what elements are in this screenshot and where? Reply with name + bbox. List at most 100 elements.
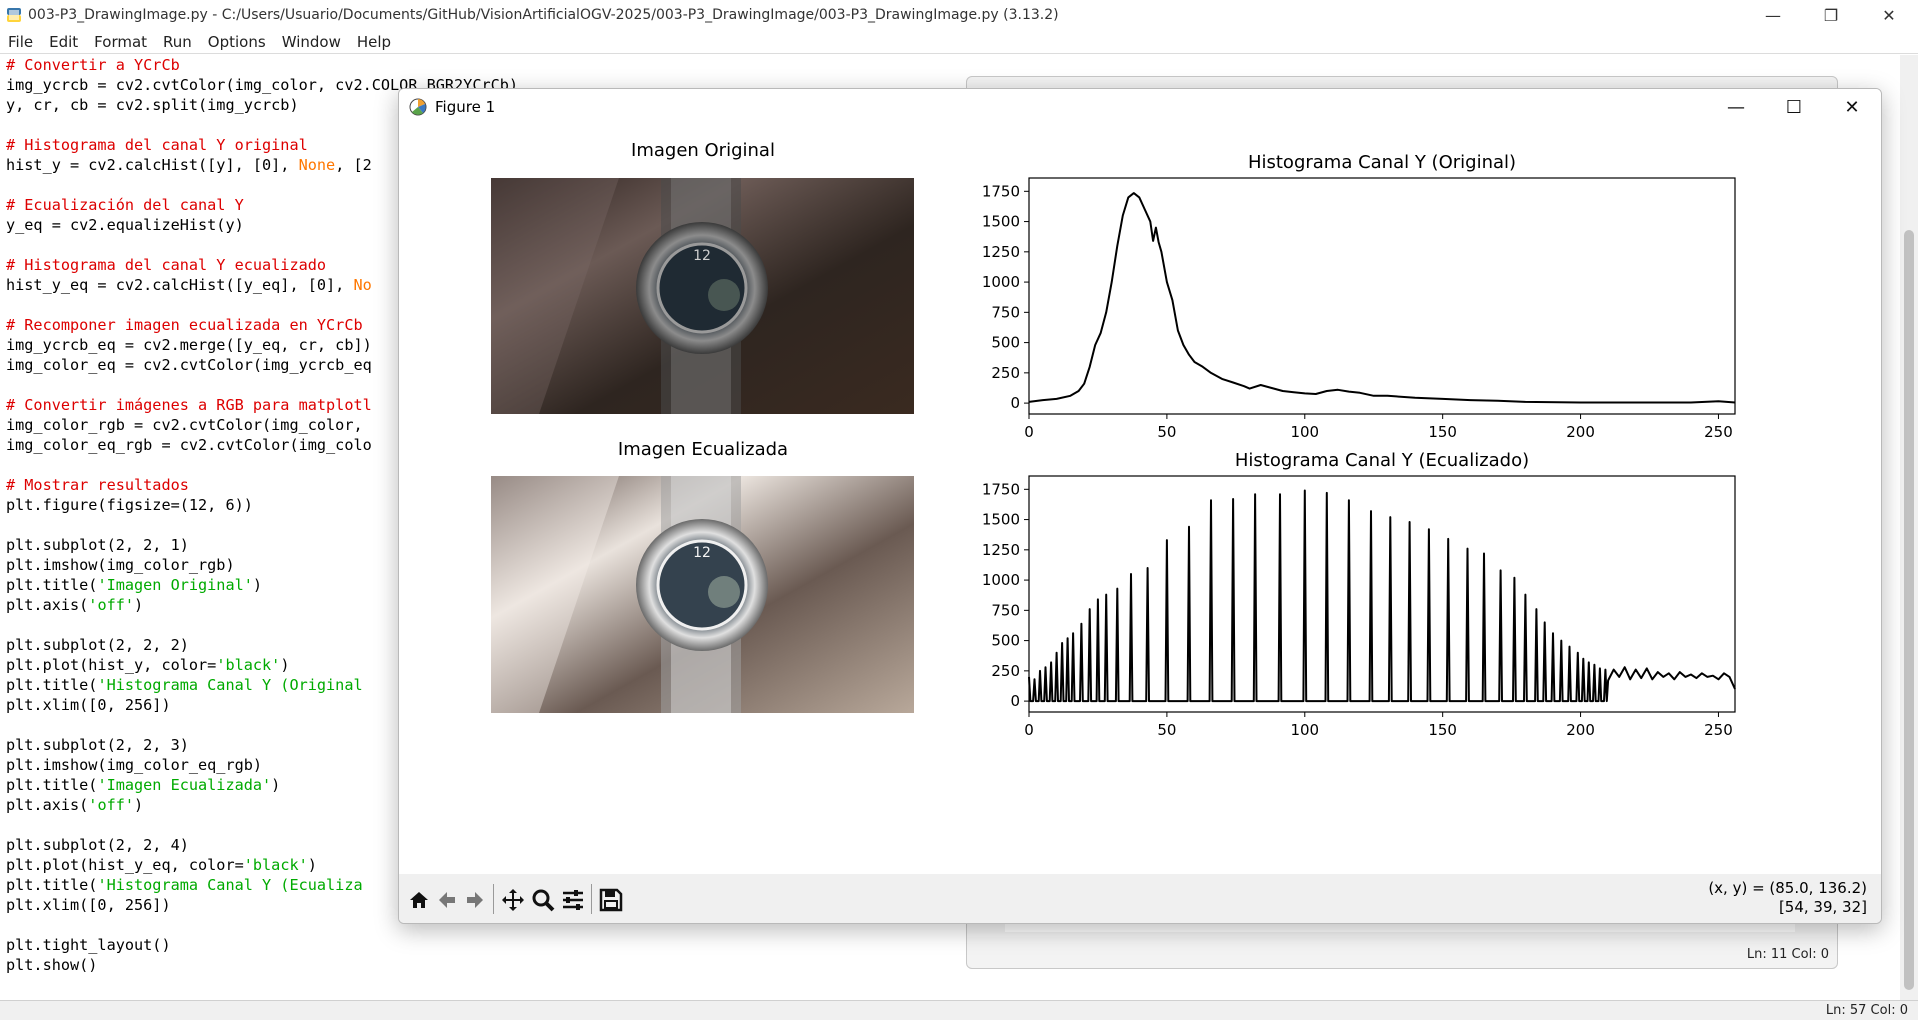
histogram-title: Histograma Canal Y (Ecualizado) <box>1235 450 1529 471</box>
close-icon: ✕ <box>1882 5 1896 25</box>
figure-minimize-button[interactable]: — <box>1707 89 1765 125</box>
y-tick-label: 250 <box>991 364 1020 382</box>
matplotlib-icon <box>409 98 427 116</box>
figure-title: Figure 1 <box>435 98 496 116</box>
code-token: plt.plot(hist_y, color= <box>6 656 217 674</box>
code-token: # Histograma del canal Y original <box>6 136 308 154</box>
menu-options[interactable]: Options <box>200 33 274 51</box>
y-tick-label: 250 <box>991 662 1020 680</box>
plot-canvas[interactable]: Imagen Original 12 Imagen Ecualizada 12 … <box>399 125 1881 876</box>
idle-title-bar: 003-P3_DrawingImage.py - C:/Users/Usuari… <box>0 0 1918 30</box>
code-token: img_color_rgb = cv2.cvtColor(img_color, <box>6 416 363 434</box>
menu-help[interactable]: Help <box>349 33 399 51</box>
code-token: hist_y = cv2.calcHist([y], [0], <box>6 156 299 174</box>
y-tick-label: 1000 <box>982 273 1020 291</box>
x-tick-label: 50 <box>1157 423 1176 441</box>
y-tick-label: 0 <box>1010 394 1020 412</box>
menu-format[interactable]: Format <box>86 33 155 51</box>
histogram-original-axes: Histograma Canal Y (Original) 0 50 100 150 20… <box>982 152 1736 441</box>
code-token: None <box>298 156 336 174</box>
save-button[interactable] <box>597 886 625 914</box>
configure-subplots-button[interactable] <box>559 886 587 914</box>
code-line: plt.tight_layout() <box>6 935 518 955</box>
code-token: plt.title( <box>6 776 98 794</box>
x-tick-label: 150 <box>1428 423 1457 441</box>
minimize-button[interactable]: — <box>1744 0 1802 30</box>
y-tick-label: 1000 <box>982 571 1020 589</box>
forward-button[interactable] <box>461 886 489 914</box>
code-token: plt.title( <box>6 876 98 894</box>
figure-window[interactable]: Figure 1 — ☐ ✕ Imagen Original 12 Imagen… <box>398 88 1882 924</box>
close-button[interactable]: ✕ <box>1860 0 1918 30</box>
figure-canvas-svg[interactable]: Imagen Original 12 Imagen Ecualizada 12 … <box>399 125 1882 876</box>
code-line: # Convertir a YCrCb <box>6 55 518 75</box>
save-icon <box>599 888 623 912</box>
x-tick-label: 250 <box>1704 721 1733 739</box>
code-token: 'Imagen Original' <box>97 576 253 594</box>
y-tick-label: 750 <box>991 303 1020 321</box>
coords-pixel-value: [54, 39, 32] <box>1778 898 1867 916</box>
x-tick-label: 200 <box>1566 423 1595 441</box>
pan-button[interactable] <box>499 886 527 914</box>
code-token: hist_y_eq = cv2.calcHist([y_eq], [0], <box>6 276 354 294</box>
y-tick-label: 750 <box>991 601 1020 619</box>
code-token: plt.axis( <box>6 796 89 814</box>
menu-edit[interactable]: Edit <box>41 33 86 51</box>
shell-cursor-position: Ln: 11 Col: 0 <box>1746 947 1829 962</box>
svg-text:12: 12 <box>693 248 711 264</box>
code-token: y_eq = cv2.equalizeHist(y) <box>6 216 244 234</box>
code-token: y, cr, cb = cv2.split(img_ycrcb) <box>6 96 299 114</box>
cursor-coordinates: (x, y) = (85.0, 136.2) [54, 39, 32] <box>1708 879 1867 917</box>
histogram-series-line <box>1028 489 1736 703</box>
code-token: img_color_eq_rgb = cv2.cvtColor(img_colo <box>6 436 372 454</box>
idle-menu-bar: File Edit Format Run Options Window Help <box>0 30 1918 54</box>
y-tick-label: 1750 <box>982 182 1020 200</box>
y-tick-label: 500 <box>991 334 1020 352</box>
scrollbar-thumb[interactable] <box>1904 230 1914 990</box>
zoom-button[interactable] <box>529 886 557 914</box>
code-token: ) <box>307 856 317 874</box>
restore-icon: ❐ <box>1823 5 1839 25</box>
back-button[interactable] <box>433 886 461 914</box>
code-token: plt.axis( <box>6 596 89 614</box>
code-token: plt.show() <box>6 956 98 974</box>
x-tick-label: 50 <box>1157 721 1176 739</box>
code-token: plt.figure(figsize=(12, 6)) <box>6 496 253 514</box>
restore-button[interactable]: ❐ <box>1802 0 1860 30</box>
maximize-icon: ☐ <box>1785 96 1803 118</box>
cursor-position: Ln: 57 Col: 0 <box>1825 1003 1908 1018</box>
code-token: , [2 <box>335 156 372 174</box>
x-tick-label: 100 <box>1290 721 1319 739</box>
equalized-image: 12 <box>491 476 914 713</box>
y-tick-label: 1750 <box>982 480 1020 498</box>
histogram-series-line <box>1028 192 1736 404</box>
menu-window[interactable]: Window <box>274 33 349 51</box>
code-token: No <box>353 276 372 294</box>
figure-maximize-button[interactable]: ☐ <box>1765 89 1823 125</box>
code-line: plt.show() <box>6 955 518 975</box>
code-token: ) <box>252 576 263 594</box>
code-token: 'Histograma Canal Y (Ecualiza <box>97 876 363 894</box>
code-token: plt.tight_layout() <box>6 936 171 954</box>
navigation-toolbar: (x, y) = (85.0, 136.2) [54, 39, 32] <box>399 874 1881 923</box>
minimize-icon: — <box>1727 96 1745 118</box>
code-token: plt.title( <box>6 576 98 594</box>
original-image: 12 <box>491 178 914 414</box>
code-token: # Mostrar resultados <box>6 476 189 494</box>
code-token: 'off' <box>88 796 135 814</box>
code-token: plt.xlim([0, 256]) <box>6 896 171 914</box>
x-tick-label: 0 <box>1024 423 1034 441</box>
figure-close-button[interactable]: ✕ <box>1823 89 1881 125</box>
code-token: 'off' <box>88 596 135 614</box>
code-token: 'Imagen Ecualizada' <box>97 776 272 794</box>
home-button[interactable] <box>405 886 433 914</box>
menu-file[interactable]: File <box>0 33 41 51</box>
code-token: 'Histograma Canal Y (Original <box>97 676 363 694</box>
y-tick-label: 1500 <box>982 511 1020 529</box>
python-icon <box>7 8 21 22</box>
menu-run[interactable]: Run <box>155 33 200 51</box>
code-token: plt.imshow(img_color_eq_rgb) <box>6 756 263 774</box>
minimize-icon: — <box>1765 5 1781 25</box>
home-icon <box>410 892 428 908</box>
editor-scrollbar[interactable] <box>1900 55 1918 1000</box>
